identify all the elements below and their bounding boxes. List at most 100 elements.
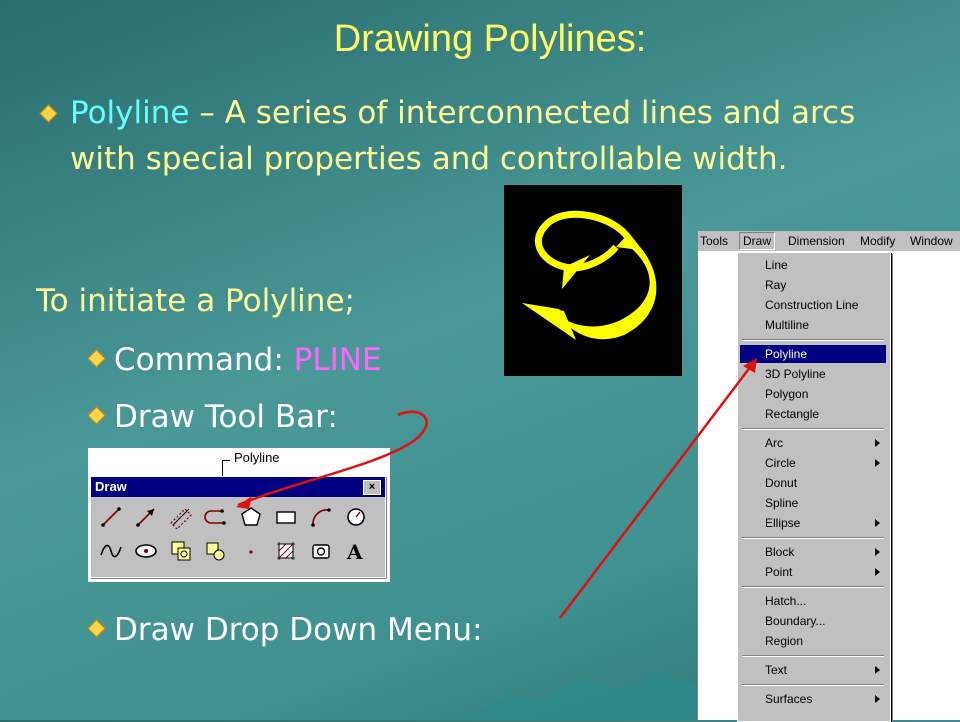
menu-item-point[interactable]: Point: [740, 563, 886, 581]
menu-item-3d-polyline[interactable]: 3D Polyline: [740, 365, 886, 383]
menu-item-block[interactable]: Block: [740, 543, 886, 561]
menu-separator: [742, 339, 884, 341]
menu-item-rectangle[interactable]: Rectangle: [740, 405, 886, 423]
initiate-heading: To initiate a Polyline;: [36, 283, 355, 319]
submenu-arrow-icon: [875, 568, 880, 576]
menu-separator: [742, 684, 884, 686]
menu-item-label: Surfaces: [765, 692, 813, 706]
menu-item-label: Polyline: [765, 347, 808, 361]
multiline-text-icon[interactable]: A: [344, 539, 368, 563]
draw-toolbar: Draw × A: [90, 476, 386, 578]
polyline-definition-bullet: Polyline – A series of interconnected li…: [36, 90, 876, 182]
diamond-bullet-icon: [39, 104, 58, 123]
menu-item-line[interactable]: Line: [740, 256, 886, 274]
menu-item-label: Block: [765, 545, 795, 559]
menu-item-polygon[interactable]: Polygon: [740, 385, 886, 403]
menu-item-donut[interactable]: Donut: [740, 474, 886, 492]
slide-title: Drawing Polylines:: [333, 18, 647, 60]
menu-item-label: Construction Line: [765, 298, 859, 312]
pline-command: PLINE: [293, 342, 382, 378]
point-icon[interactable]: [239, 539, 263, 563]
toolbar-titlebar: Draw ×: [91, 477, 385, 497]
insert-block-icon[interactable]: [169, 539, 193, 563]
toolbar-title: Draw: [95, 479, 127, 494]
menu-bar: Tools Draw Dimension Modify Window: [698, 231, 960, 251]
submenu-arrow-icon: [875, 548, 880, 556]
menu-item-label: Arc: [765, 436, 783, 450]
hatch-icon[interactable]: [274, 539, 298, 563]
menu-item-label: Line: [765, 258, 788, 272]
method-menu-label: Draw Drop Down Menu:: [114, 612, 483, 648]
menu-item-construction-line[interactable]: Construction Line: [740, 296, 886, 314]
menu-item-label: Hatch...: [765, 594, 807, 608]
spline-icon[interactable]: [99, 539, 123, 563]
callout-tick: [222, 460, 230, 461]
menu-item-multiline[interactable]: Multiline: [740, 316, 886, 334]
menu-item-arc[interactable]: Arc: [740, 434, 886, 452]
menu-window[interactable]: Window: [910, 234, 953, 248]
menu-item-circle[interactable]: Circle: [740, 454, 886, 472]
menu-item-polyline[interactable]: Polyline: [740, 345, 886, 363]
submenu-arrow-icon: [875, 666, 880, 674]
polyline-icon[interactable]: [204, 505, 228, 529]
method-menu: Draw Drop Down Menu:: [82, 610, 483, 650]
menu-item-surfaces[interactable]: Surfaces: [740, 690, 886, 708]
region-icon[interactable]: [309, 539, 333, 563]
menu-item-label: Circle: [765, 456, 796, 470]
menu-item-ellipse[interactable]: Ellipse: [740, 514, 886, 532]
close-icon[interactable]: ×: [363, 480, 381, 495]
ellipse-icon[interactable]: [134, 539, 158, 563]
polyline-callout-label: Polyline: [234, 450, 280, 465]
draw-dropdown-menu: Line Ray Construction Line Multiline Polylin…: [737, 252, 891, 722]
menu-item-label: Rectangle: [765, 407, 820, 421]
polyline-term: Polyline: [70, 95, 190, 131]
ray-icon[interactable]: [134, 505, 158, 529]
polyline-preview-image: [504, 185, 682, 376]
method-command-label: Command:: [114, 342, 294, 378]
method-command: Command: PLINE: [82, 340, 382, 380]
menu-item-label: Region: [765, 634, 804, 648]
construction-line-icon[interactable]: [169, 505, 193, 529]
menu-draw[interactable]: Draw: [739, 232, 776, 250]
menu-separator: [742, 586, 884, 588]
menu-item-label: Text: [765, 663, 788, 677]
menu-separator: [742, 655, 884, 657]
menu-item-region[interactable]: Region: [740, 632, 886, 650]
diamond-bullet-icon: [87, 349, 106, 368]
decorative-mountain: [470, 672, 730, 720]
menu-item-label: Donut: [765, 476, 798, 490]
menu-item-hatch[interactable]: Hatch...: [740, 592, 886, 610]
menu-item-spline[interactable]: Spline: [740, 494, 886, 512]
make-block-icon[interactable]: [204, 539, 228, 563]
arc-icon[interactable]: [309, 505, 333, 529]
submenu-arrow-icon: [875, 439, 880, 447]
menu-item-text[interactable]: Text: [740, 661, 886, 679]
menu-separator: [742, 428, 884, 430]
line-icon[interactable]: [99, 505, 123, 529]
menu-separator: [742, 537, 884, 539]
menu-item-label: Spline: [765, 496, 799, 510]
menu-item-label: Ray: [765, 278, 787, 292]
circle-icon[interactable]: [344, 505, 368, 529]
menu-modify[interactable]: Modify: [860, 234, 895, 248]
polygon-icon[interactable]: [239, 505, 263, 529]
method-toolbar: Draw Tool Bar:: [82, 397, 338, 437]
menu-item-ray[interactable]: Ray: [740, 276, 886, 294]
diamond-bullet-icon: [87, 406, 106, 425]
rectangle-icon[interactable]: [274, 505, 298, 529]
text-tool-label: A: [346, 540, 363, 563]
menu-item-label: Boundary...: [765, 614, 826, 628]
submenu-arrow-icon: [875, 459, 880, 467]
menu-item-label: Multiline: [765, 318, 810, 332]
menu-item-label: 3D Polyline: [765, 367, 826, 381]
menu-item-boundary[interactable]: Boundary...: [740, 612, 886, 630]
menu-tools[interactable]: Tools: [700, 234, 728, 248]
submenu-arrow-icon: [875, 519, 880, 527]
menu-dimension[interactable]: Dimension: [788, 234, 845, 248]
menu-item-label: Point: [765, 565, 793, 579]
diamond-bullet-icon: [87, 619, 106, 638]
method-toolbar-label: Draw Tool Bar:: [114, 399, 338, 435]
submenu-arrow-icon: [875, 695, 880, 703]
menu-item-label: Ellipse: [765, 516, 801, 530]
menu-item-label: Polygon: [765, 387, 809, 401]
